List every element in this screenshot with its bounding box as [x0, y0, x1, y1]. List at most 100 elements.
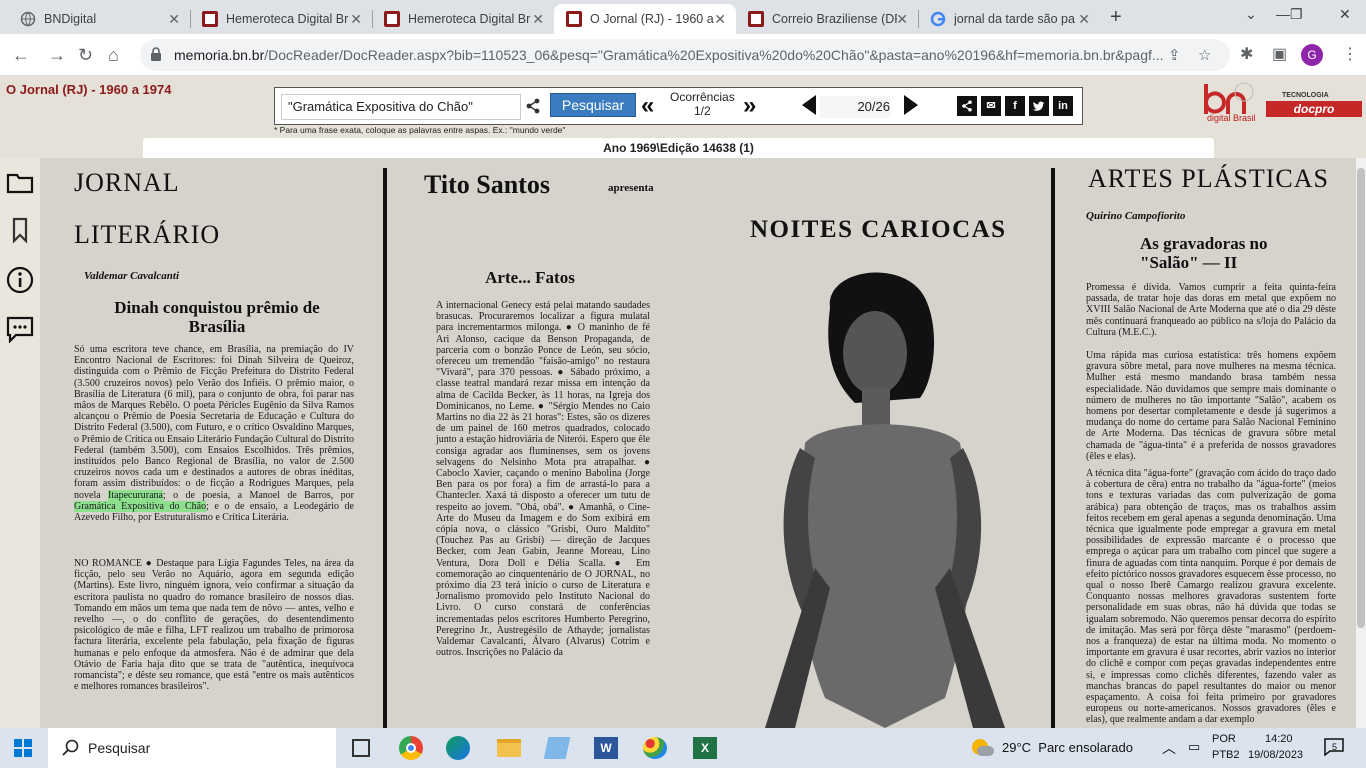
back-button[interactable]: ←: [12, 45, 30, 66]
browser-window: { "tabs": [ {"title": "BNDigital"}, {"ti…: [0, 0, 1366, 768]
notification-icon[interactable]: 5: [1324, 738, 1344, 757]
tab-title: jornal da tarde são pa: [954, 12, 1075, 26]
info-icon[interactable]: [6, 266, 34, 294]
article-body: Promessa é dívida. Vamos cumprir a feita…: [1086, 282, 1336, 338]
windows-start-icon[interactable]: [14, 739, 32, 757]
share-icon[interactable]: [525, 98, 541, 117]
viewer-sidebar: [0, 158, 40, 728]
tab-title: Hemeroteca Digital Br: [408, 12, 531, 26]
file-explorer-icon[interactable]: [497, 739, 521, 757]
share-social-button[interactable]: [957, 96, 977, 116]
column-rule: [1051, 168, 1055, 728]
new-tab-button[interactable]: +: [1110, 6, 1122, 29]
page-current: 20: [857, 99, 872, 114]
edge-icon[interactable]: [446, 736, 470, 760]
url-text: memoria.bn.br/DocReader/DocReader.aspx?b…: [174, 47, 1174, 63]
page-total: /26: [871, 99, 890, 114]
chevron-down-icon[interactable]: ⌄: [1245, 6, 1257, 23]
tab-title: Hemeroteca Digital Br: [226, 12, 349, 26]
bn-digital-logo: [1204, 82, 1254, 114]
tab-o-jornal[interactable]: O Jornal (RJ) - 1960 a ✕: [554, 4, 736, 34]
newspaper-page[interactable]: JORNAL LITERÁRIO Valdemar Cavalcanti Din…: [40, 158, 1356, 728]
extensions-icon[interactable]: ✱: [1240, 44, 1253, 64]
prev-page-button[interactable]: [802, 95, 816, 115]
clock-date[interactable]: 19/08/2023: [1248, 749, 1303, 761]
article-text: Só uma escritora teve chance, em Brasíli…: [74, 344, 354, 501]
article-text: ; o de poesia, a Manoel de Barros, por: [162, 489, 354, 501]
bn-favicon-icon: [384, 11, 400, 27]
star-icon[interactable]: ☆: [1198, 46, 1211, 64]
share-icon[interactable]: ⇪: [1168, 46, 1181, 64]
side-panel-icon[interactable]: ▣: [1272, 44, 1287, 64]
notepad-icon[interactable]: [543, 737, 571, 759]
search-button[interactable]: Pesquisar: [550, 93, 636, 117]
scrollbar-thumb[interactable]: [1357, 168, 1365, 628]
task-view-icon[interactable]: [352, 739, 370, 757]
language-secondary[interactable]: PTB2: [1212, 749, 1240, 761]
chevron-up-icon[interactable]: ︿: [1162, 738, 1176, 758]
tab-title: Correio Braziliense (DF: [772, 12, 897, 26]
column-head-tito: Tito Santos: [424, 170, 550, 199]
minimize-button[interactable]: —: [1276, 6, 1290, 22]
clock-time[interactable]: 14:20: [1265, 733, 1293, 745]
weather-icon[interactable]: [972, 737, 994, 759]
twitter-button[interactable]: [1029, 96, 1049, 116]
close-icon[interactable]: ✕: [532, 11, 544, 28]
search-icon: [62, 739, 79, 756]
taskbar-search[interactable]: Pesquisar: [48, 728, 336, 768]
chrome-icon[interactable]: [399, 736, 423, 760]
article-body-romance: NO ROMANCE ● Destaque para Lígia Fagunde…: [74, 558, 354, 693]
tab-hemeroteca-1[interactable]: Hemeroteca Digital Br ✕: [190, 4, 372, 34]
language-primary[interactable]: POR: [1212, 733, 1236, 745]
taskbar: Pesquisar W X 29°C Parc ensolarado ︿ ▭ P…: [0, 728, 1366, 768]
paint-icon[interactable]: [643, 737, 667, 759]
linkedin-button[interactable]: in: [1053, 96, 1073, 116]
network-icon[interactable]: ▭: [1188, 739, 1200, 755]
restore-button[interactable]: ❐: [1290, 6, 1303, 23]
publication-title: O Jornal (RJ) - 1960 a 1974: [6, 82, 172, 97]
search-highlight: Gramática Expositiva do Chão: [74, 500, 207, 512]
close-window-button[interactable]: ✕: [1339, 6, 1351, 23]
avatar[interactable]: G: [1301, 44, 1323, 66]
bookmark-icon[interactable]: [6, 216, 34, 244]
docpro-label: TECNOLOGIA: [1282, 92, 1329, 99]
close-icon[interactable]: ✕: [350, 11, 362, 28]
address-bar[interactable]: memoria.bn.br/DocReader/DocReader.aspx?b…: [140, 39, 1230, 71]
article-title: Arte... Fatos: [485, 268, 575, 287]
woman-photo-image: [735, 268, 1035, 728]
weather-text[interactable]: 29°C Parc ensolarado: [1002, 740, 1133, 755]
scrollbar[interactable]: [1356, 158, 1366, 728]
forward-button[interactable]: →: [48, 45, 66, 66]
tab-hemeroteca-2[interactable]: Hemeroteca Digital Br ✕: [372, 4, 554, 34]
tab-correio-braziliense[interactable]: Correio Braziliense (DF ✕: [736, 4, 918, 34]
last-occurrence-button[interactable]: »: [743, 92, 756, 120]
occurrences-label: Ocorrências: [670, 90, 735, 104]
search-input[interactable]: "Gramática Expositiva do Chão": [281, 94, 521, 120]
close-icon[interactable]: ✕: [896, 11, 908, 28]
facebook-button[interactable]: f: [1005, 96, 1025, 116]
comment-icon[interactable]: [6, 315, 34, 343]
menu-icon[interactable]: ⋮: [1342, 44, 1358, 64]
folder-icon[interactable]: [6, 168, 34, 196]
page-indicator[interactable]: 20/26: [820, 96, 890, 118]
bn-favicon-icon: [748, 11, 764, 27]
close-icon[interactable]: ✕: [168, 11, 180, 28]
home-button[interactable]: ⌂: [108, 45, 119, 66]
word-icon[interactable]: W: [594, 737, 618, 759]
first-occurrence-button[interactable]: «: [641, 92, 654, 120]
occurrences: Ocorrências 1/2: [670, 90, 735, 118]
reload-button[interactable]: ↻: [78, 45, 93, 66]
close-icon[interactable]: ✕: [714, 11, 726, 28]
tab-title: BNDigital: [44, 12, 97, 26]
excel-icon[interactable]: X: [693, 737, 717, 759]
tab-google-search[interactable]: jornal da tarde são pa ✕: [918, 4, 1100, 34]
close-icon[interactable]: ✕: [1078, 11, 1090, 28]
email-button[interactable]: ✉: [981, 96, 1001, 116]
next-page-button[interactable]: [904, 95, 918, 115]
article-body: A internacional Genecy está pelai matand…: [436, 300, 650, 659]
tab-bndigital[interactable]: BNDigital ✕: [8, 4, 190, 34]
google-icon: [930, 11, 946, 27]
search-highlight: Itapecururana: [108, 489, 163, 501]
byline: Quirino Campofiorito: [1086, 210, 1186, 222]
search-panel: "Gramática Expositiva do Chão" Pesquisar…: [274, 87, 1083, 125]
